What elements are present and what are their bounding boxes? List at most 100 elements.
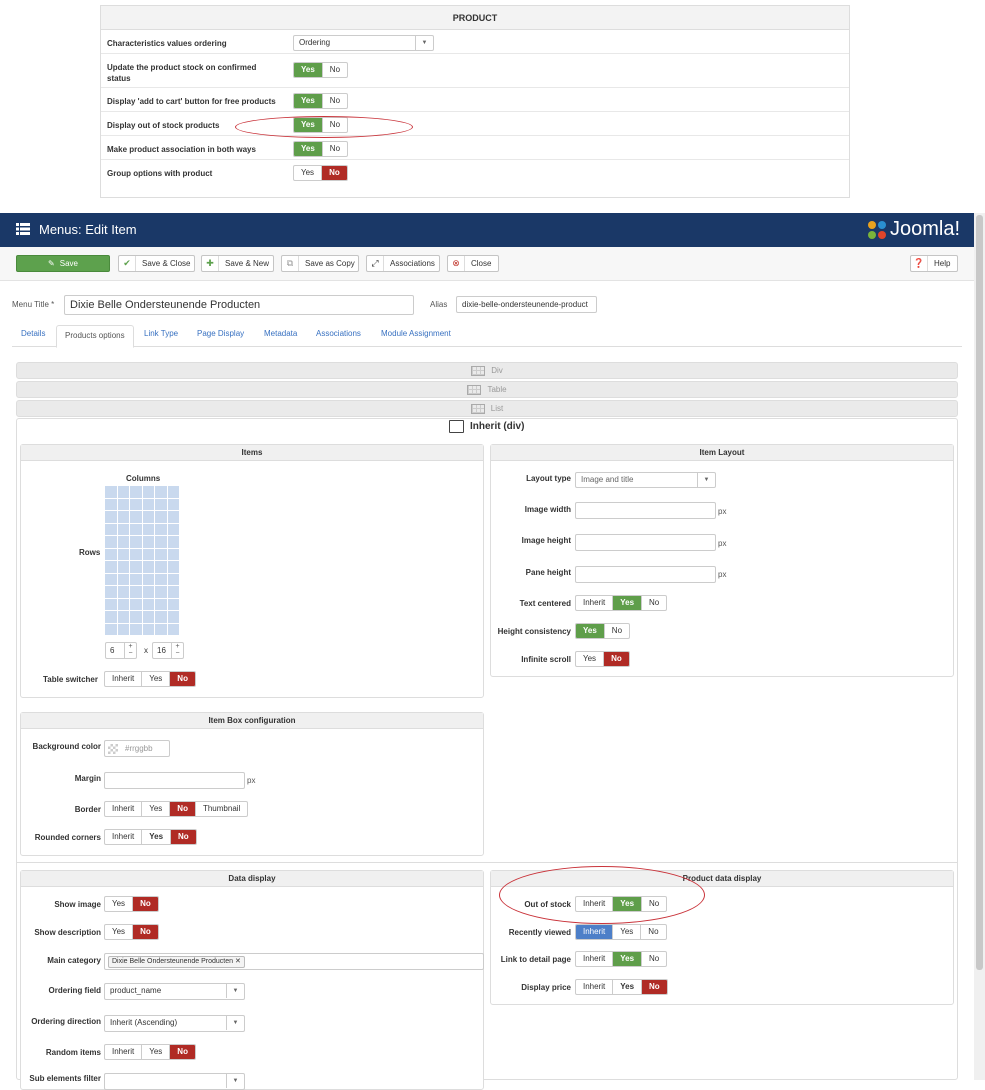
- grid-cell[interactable]: [142, 561, 154, 573]
- yes-option[interactable]: Yes: [612, 980, 641, 994]
- no-option[interactable]: No: [132, 925, 158, 939]
- layout-option-list[interactable]: List: [16, 400, 958, 417]
- grid-cell[interactable]: [142, 598, 154, 610]
- grid-cell[interactable]: [105, 511, 117, 523]
- grid-cell[interactable]: [117, 486, 129, 498]
- table-switcher-toggle[interactable]: Inherit Yes No: [104, 671, 196, 687]
- no-option[interactable]: No: [132, 897, 158, 911]
- layout-option-div[interactable]: Div: [16, 362, 958, 379]
- infinite-scroll-toggle[interactable]: Yes No: [575, 651, 630, 667]
- toggle-add-to-cart-free[interactable]: Yes No: [293, 93, 349, 109]
- yes-option[interactable]: Yes: [141, 802, 169, 816]
- grid-cell[interactable]: [117, 573, 129, 585]
- grid-cell[interactable]: [167, 511, 179, 523]
- grid-cell[interactable]: [105, 523, 117, 535]
- grid-cell[interactable]: [117, 611, 129, 623]
- grid-cell[interactable]: [167, 523, 179, 535]
- grid-cell[interactable]: [105, 598, 117, 610]
- grid-cell[interactable]: [142, 611, 154, 623]
- show-description-toggle[interactable]: Yes No: [104, 924, 159, 940]
- yes-option[interactable]: Yes: [141, 830, 170, 844]
- grid-cell[interactable]: [117, 623, 129, 635]
- grid-cell[interactable]: [130, 623, 142, 635]
- yes-option[interactable]: Yes: [576, 652, 603, 666]
- plus-minus-icon[interactable]: + −: [171, 643, 183, 658]
- toggle-update-stock[interactable]: Yes No: [293, 62, 349, 78]
- grid-cell[interactable]: [167, 598, 179, 610]
- grid-cell[interactable]: [142, 498, 154, 510]
- rounded-corners-toggle[interactable]: Inherit Yes No: [104, 829, 197, 845]
- ordering-direction-select[interactable]: Inherit (Ascending) ▼: [104, 1015, 245, 1032]
- no-option[interactable]: No: [321, 63, 347, 77]
- background-color-input[interactable]: #rrggbb: [104, 740, 170, 757]
- grid-cell[interactable]: [105, 536, 117, 548]
- grid-cell[interactable]: [130, 586, 142, 598]
- grid-cell[interactable]: [117, 586, 129, 598]
- grid-cell[interactable]: [130, 561, 142, 573]
- grid-cell[interactable]: [130, 573, 142, 585]
- grid-cell[interactable]: [142, 573, 154, 585]
- grid-cell[interactable]: [117, 511, 129, 523]
- no-option[interactable]: No: [169, 802, 195, 816]
- tab-associations[interactable]: Associations: [316, 329, 361, 338]
- grid-cell[interactable]: [167, 586, 179, 598]
- grid-cell[interactable]: [105, 486, 117, 498]
- grid-cell[interactable]: [117, 598, 129, 610]
- scrollbar-thumb[interactable]: [976, 215, 983, 970]
- grid-cell[interactable]: [155, 511, 167, 523]
- inherit-option[interactable]: Inherit: [576, 980, 612, 994]
- grid-cell[interactable]: [142, 511, 154, 523]
- grid-cell[interactable]: [142, 623, 154, 635]
- grid-cell[interactable]: [155, 623, 167, 635]
- save-close-button[interactable]: ✔ Save & Close: [118, 255, 195, 272]
- no-option[interactable]: No: [321, 166, 347, 180]
- no-option[interactable]: No: [169, 672, 195, 686]
- no-option[interactable]: No: [641, 980, 667, 994]
- yes-option[interactable]: Yes: [141, 672, 169, 686]
- grid-cell[interactable]: [155, 548, 167, 560]
- close-button[interactable]: ⊗ Close: [447, 255, 499, 272]
- grid-cell[interactable]: [167, 623, 179, 635]
- grid-cell[interactable]: [117, 561, 129, 573]
- layout-option-table[interactable]: Table: [16, 381, 958, 398]
- yes-option[interactable]: Yes: [612, 952, 642, 966]
- grid-cell[interactable]: [105, 573, 117, 585]
- yes-option[interactable]: Yes: [105, 925, 132, 939]
- grid-cell[interactable]: [155, 523, 167, 535]
- grid-cell[interactable]: [155, 573, 167, 585]
- help-button[interactable]: ❓ Help: [910, 255, 958, 272]
- random-items-toggle[interactable]: Inherit Yes No: [104, 1044, 196, 1060]
- save-copy-button[interactable]: ⧉ Save as Copy: [281, 255, 359, 272]
- inherit-option[interactable]: Inherit: [576, 952, 612, 966]
- toggle-association-both[interactable]: Yes No: [293, 141, 349, 157]
- inherit-option[interactable]: Inherit: [576, 925, 613, 939]
- sub-elements-filter-select[interactable]: ▼: [104, 1073, 245, 1090]
- grid-cell[interactable]: [155, 611, 167, 623]
- yes-option[interactable]: Yes: [294, 166, 321, 180]
- recently-viewed-toggle[interactable]: Inherit Yes No: [575, 924, 667, 940]
- columns-stepper[interactable]: 6 + −: [105, 642, 137, 659]
- grid-cell[interactable]: [130, 598, 142, 610]
- grid-cell[interactable]: [142, 486, 154, 498]
- grid-cell[interactable]: [155, 486, 167, 498]
- image-width-input[interactable]: [575, 502, 716, 519]
- remove-tag-icon[interactable]: ✕: [235, 958, 241, 965]
- no-option[interactable]: No: [603, 652, 629, 666]
- inherit-option[interactable]: Inherit: [576, 596, 612, 610]
- grid-cell[interactable]: [142, 536, 154, 548]
- grid-cell[interactable]: [167, 536, 179, 548]
- tab-products-options[interactable]: Products options: [56, 325, 134, 348]
- grid-cell[interactable]: [130, 498, 142, 510]
- display-price-toggle[interactable]: Inherit Yes No: [575, 979, 668, 995]
- no-option[interactable]: No: [321, 142, 347, 156]
- grid-cell[interactable]: [130, 486, 142, 498]
- inherit-option[interactable]: Inherit: [105, 1045, 141, 1059]
- tab-module-assignment[interactable]: Module Assignment: [381, 329, 451, 338]
- no-option[interactable]: No: [641, 596, 666, 610]
- grid-cell[interactable]: [105, 611, 117, 623]
- inherit-option[interactable]: Inherit: [105, 672, 141, 686]
- ordering-select[interactable]: Ordering ▼: [293, 35, 434, 51]
- grid-cell[interactable]: [130, 611, 142, 623]
- grid-cell[interactable]: [167, 561, 179, 573]
- text-centered-toggle[interactable]: Inherit Yes No: [575, 595, 668, 611]
